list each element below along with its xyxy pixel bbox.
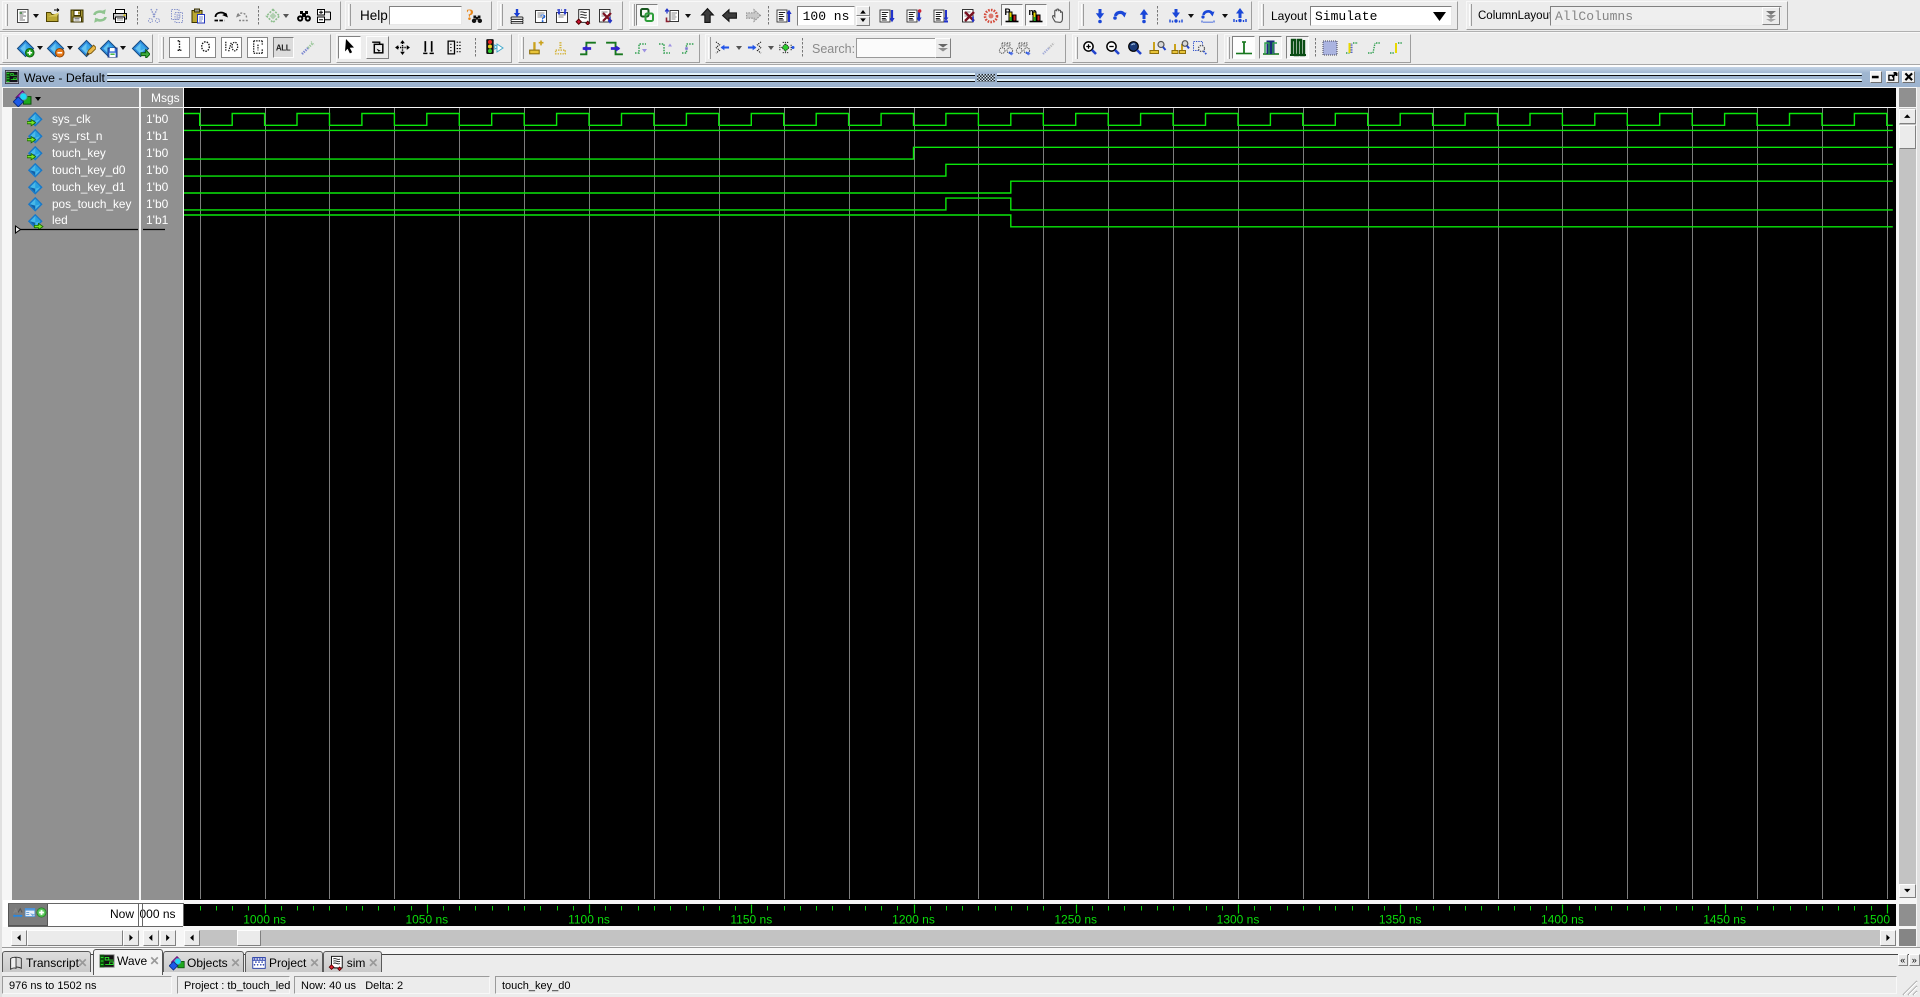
svg-text:1000 ns: 1000 ns [243,912,286,926]
svg-text:1400 ns: 1400 ns [1541,912,1584,926]
svg-text:1150 ns: 1150 ns [730,912,772,926]
svg-text:1200 ns: 1200 ns [892,912,935,926]
svg-text:1300 ns: 1300 ns [1217,912,1260,926]
svg-text:1450 ns: 1450 ns [1703,912,1746,926]
svg-text:1250 ns: 1250 ns [1054,912,1097,926]
svg-text:1500: 1500 [1863,912,1890,926]
svg-text:1350 ns: 1350 ns [1379,912,1422,926]
svg-text:1100 ns: 1100 ns [568,912,610,926]
svg-text:1050 ns: 1050 ns [405,912,448,926]
